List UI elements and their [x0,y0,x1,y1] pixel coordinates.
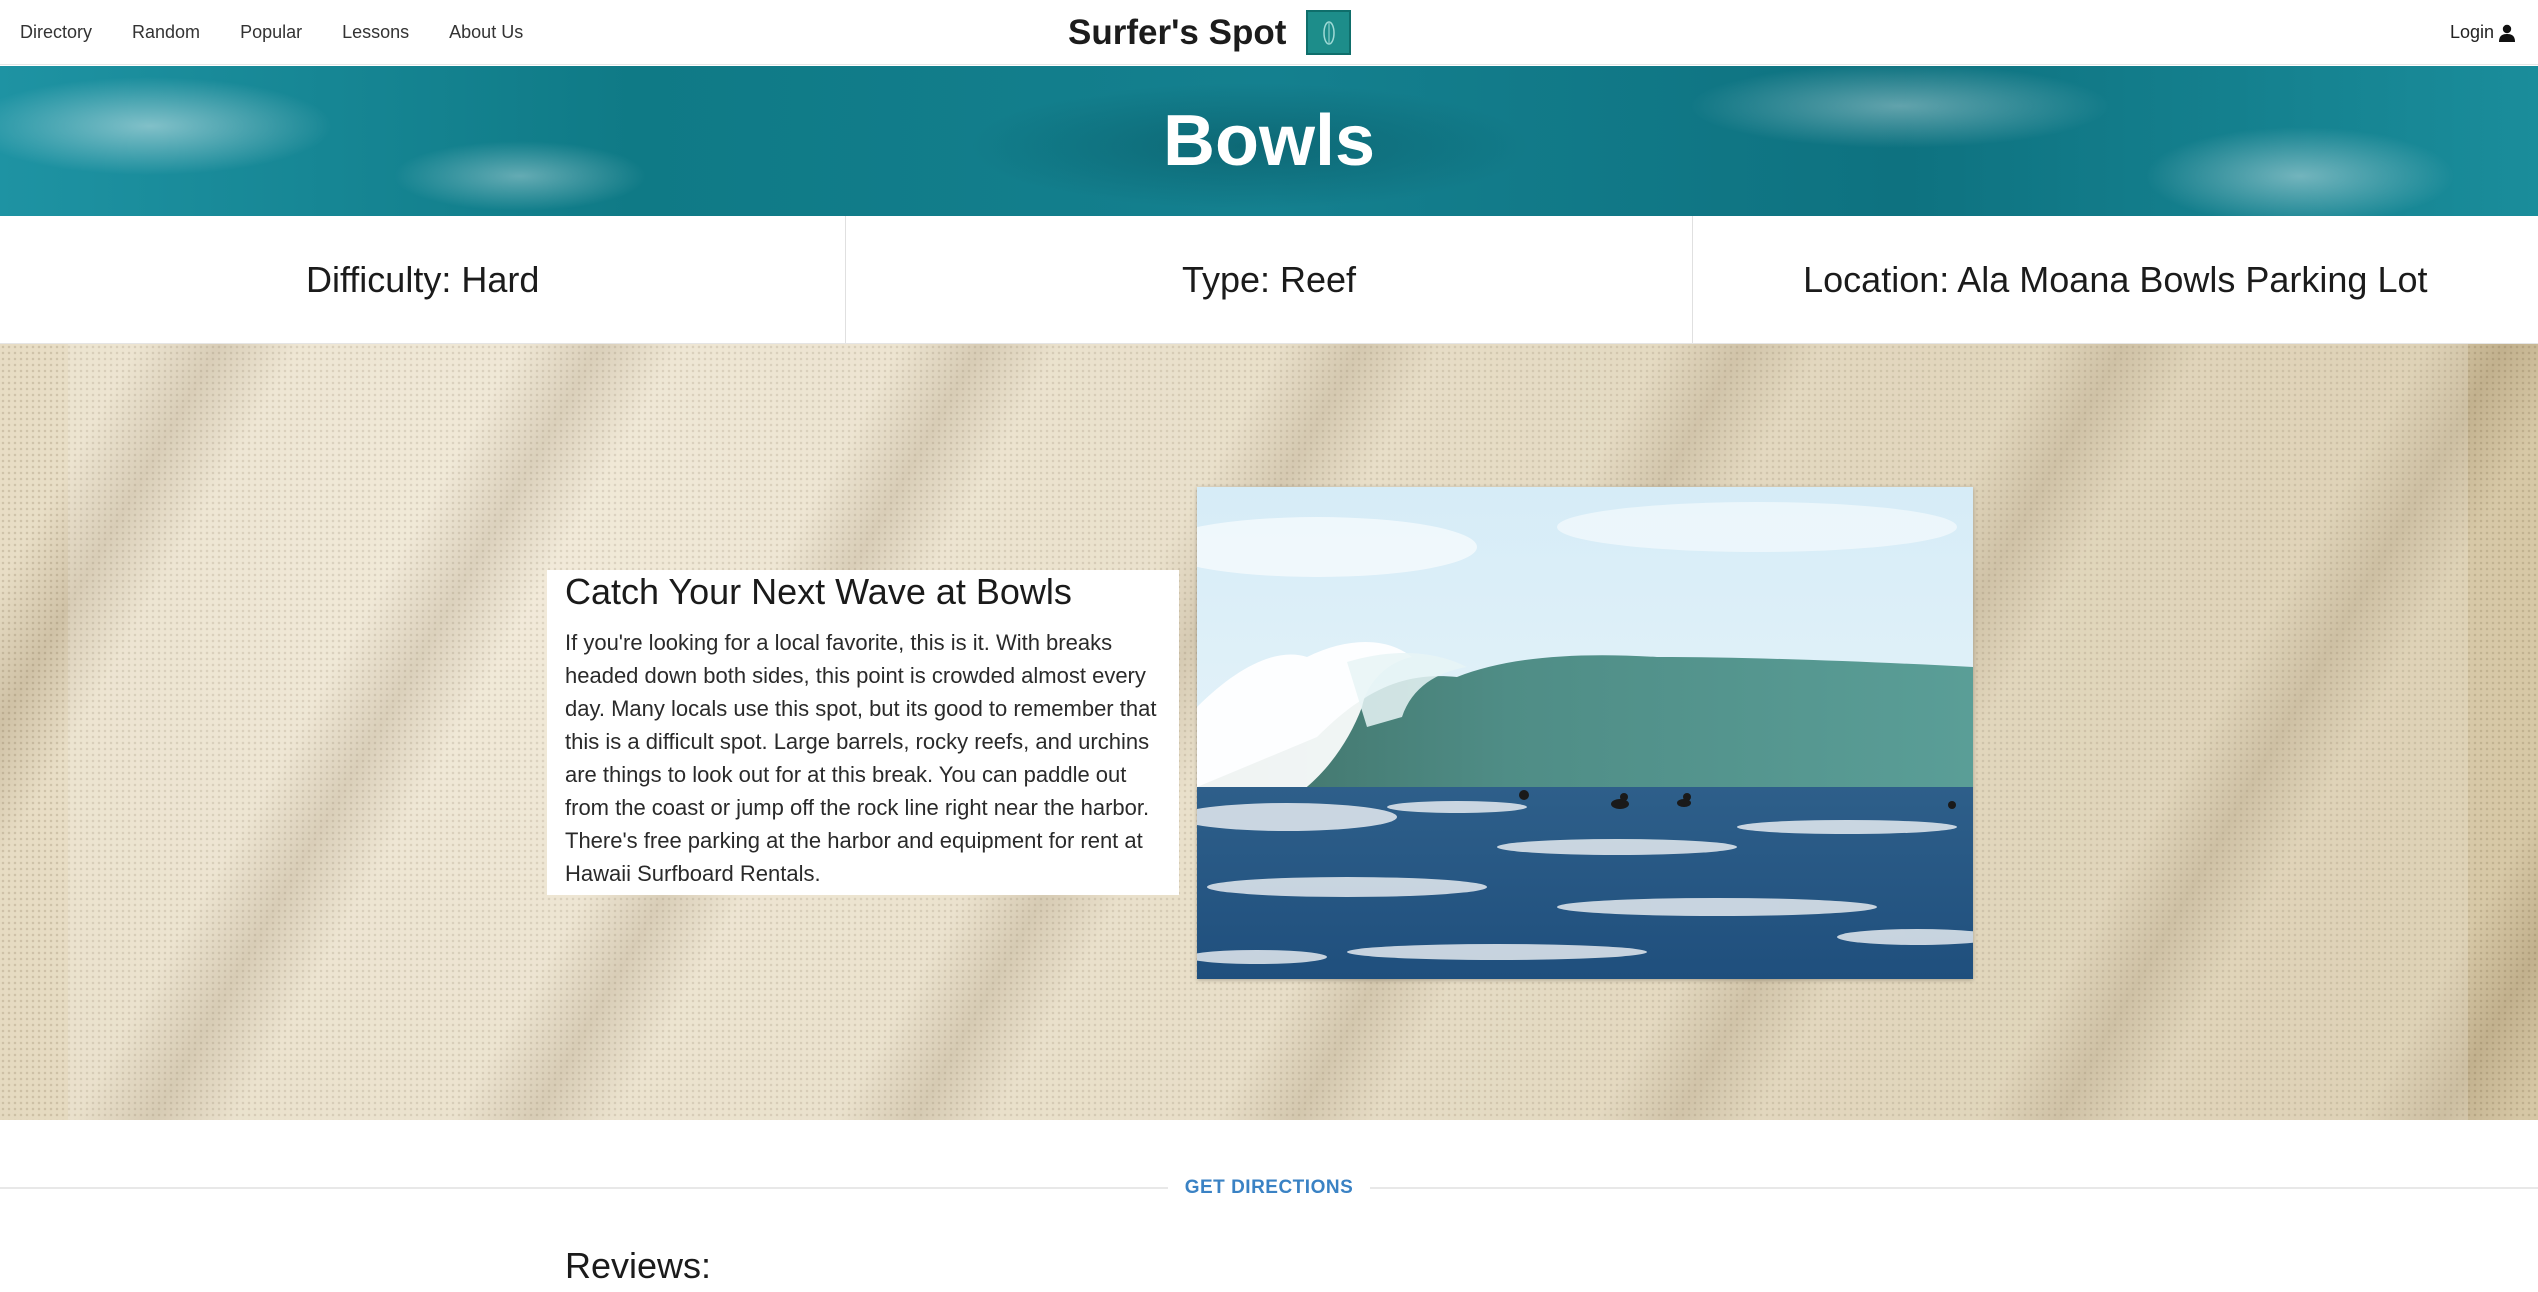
surfboard-logo-icon[interactable] [1306,10,1352,55]
user-icon [2499,24,2515,42]
nav-item-directory[interactable]: Directory [20,22,92,43]
description-body: If you're looking for a local favorite, … [565,630,1157,886]
reviews-heading: Reviews: [565,1245,712,1286]
location-info: Location: Ala Moana Bowls Parking Lot [1803,258,2428,300]
spot-info-strip: Difficulty: Hard Type: Reef Location: Al… [0,216,2538,344]
type-info: Type: Reef [846,216,1693,343]
spot-title: Bowls [1162,101,1376,181]
top-navbar: Directory Random Popular Lessons About U… [0,0,2538,65]
login-button[interactable]: Login [2450,0,2516,65]
hero-banner: Bowls [0,66,2538,216]
login-label: Login [2449,22,2494,42]
wave-image [1197,487,1973,979]
brand[interactable]: Surfer's Spot [1068,0,1352,65]
description-card: Catch Your Next Wave at Bowls If you're … [547,570,1179,895]
nav-item-random[interactable]: Random [132,22,200,43]
nav-item-lessons[interactable]: Lessons [342,22,409,43]
brand-title[interactable]: Surfer's Spot [1068,13,1286,53]
get-directions-link[interactable]: GET DIRECTIONS [1168,1170,1370,1206]
nav-item-about-us[interactable]: About Us [449,22,523,43]
nav-item-popular[interactable]: Popular [240,22,302,43]
nav-links: Directory Random Popular Lessons About U… [20,0,563,65]
description-heading: Catch Your Next Wave at Bowls [565,571,1072,612]
difficulty-info: Difficulty: Hard [0,216,847,343]
wave-photo [1197,487,1973,979]
